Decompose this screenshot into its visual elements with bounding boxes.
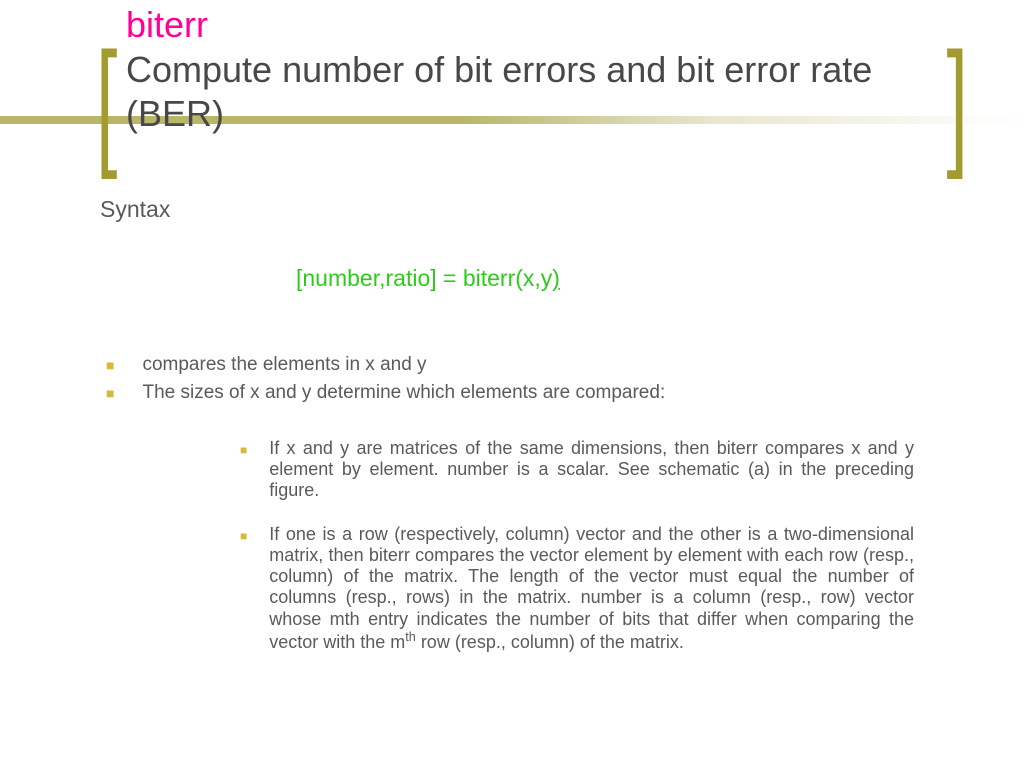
list-item-text: The sizes of x and y determine which ele…	[142, 382, 665, 404]
slide-content: Syntax [number,ratio] = biterr(x,y) ■ co…	[100, 196, 924, 675]
syntax-code-close: )	[552, 265, 560, 291]
bracket-right-decor: ]	[947, 32, 968, 172]
sub-list-item: ■ If x and y are matrices of the same di…	[240, 438, 914, 502]
slide-subtitle: Compute number of bit errors and bit err…	[94, 46, 964, 136]
sub-list-item-text: If x and y are matrices of the same dime…	[269, 438, 914, 502]
syntax-label: Syntax	[100, 196, 924, 223]
list-item: ■ compares the elements in x and y	[100, 354, 924, 376]
sub-list-item-text: If one is a row (respectively, column) v…	[269, 524, 914, 653]
bracket-left-decor: [	[96, 32, 117, 172]
bullet-icon: ■	[106, 385, 114, 401]
sub-list-item: ■ If one is a row (respectively, column)…	[240, 524, 914, 653]
bullet-icon: ■	[240, 529, 247, 543]
list-item-text: compares the elements in x and y	[142, 354, 426, 376]
syntax-code: [number,ratio] = biterr(x,y)	[100, 223, 924, 292]
slide-header: biterr Compute number of bit errors and …	[94, 0, 964, 136]
list-item: ■ The sizes of x and y determine which e…	[100, 382, 924, 404]
bullet-icon: ■	[106, 357, 114, 373]
bullet-list: ■ compares the elements in x and y ■ The…	[100, 292, 924, 653]
syntax-code-main: [number,ratio] = biterr(x,y	[296, 265, 552, 291]
sub-bullet-list: ■ If x and y are matrices of the same di…	[100, 410, 924, 653]
function-name: biterr	[94, 0, 964, 46]
bullet-icon: ■	[240, 443, 247, 457]
